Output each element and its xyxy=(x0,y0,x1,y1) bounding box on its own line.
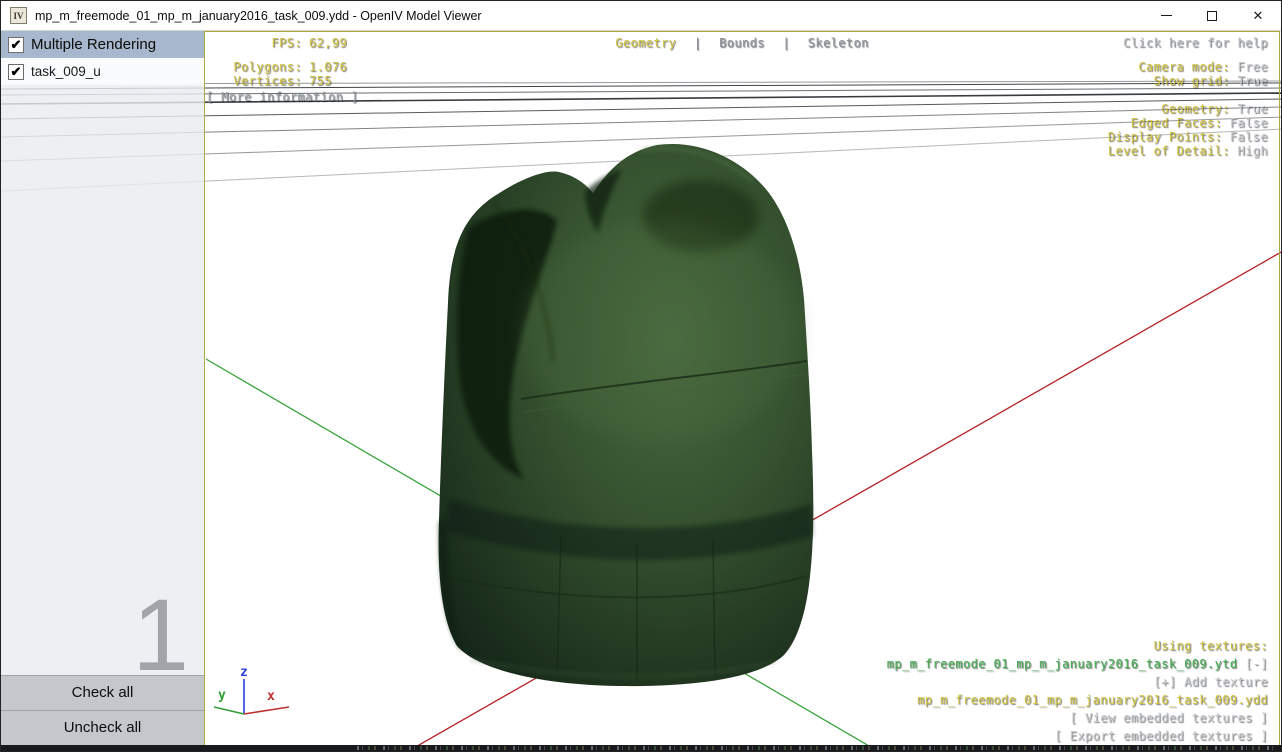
remove-texture-button[interactable]: [-] xyxy=(1245,657,1268,671)
titlebar: IV mp_m_freemode_01_mp_m_january2016_tas… xyxy=(1,1,1281,31)
viewer-settings: Click here for help Camera mode: Free Sh… xyxy=(1108,36,1268,158)
model-count-watermark: 1 xyxy=(132,578,189,692)
gizmo-y-axis xyxy=(213,706,245,715)
maximize-button[interactable] xyxy=(1189,1,1235,30)
mode-separator: | xyxy=(693,36,702,50)
multiple-rendering-label: Multiple Rendering xyxy=(31,36,157,53)
view-embedded-textures-button[interactable]: [ View embedded textures ] xyxy=(887,709,1268,727)
polygons-row: Polygons: 1.076 xyxy=(233,60,348,74)
camera-mode-row[interactable]: Camera mode: Free xyxy=(1108,60,1268,74)
window-title: mp_m_freemode_01_mp_m_january2016_task_0… xyxy=(35,8,482,23)
openiv-app-icon: IV xyxy=(10,7,27,24)
close-icon: ✕ xyxy=(1252,8,1264,23)
edged-faces-row[interactable]: Edged Faces: False xyxy=(1108,116,1268,130)
minimize-icon xyxy=(1160,15,1172,16)
ydd-file-name: mp_m_freemode_01_mp_m_january2016_task_0… xyxy=(917,693,1268,707)
gizmo-x-axis xyxy=(243,706,290,715)
maximize-icon xyxy=(1207,10,1217,21)
using-textures-header: Using textures: xyxy=(1153,639,1268,653)
gizmo-x-label: x xyxy=(267,689,275,704)
vertices-row: Vertices: 755 xyxy=(233,74,332,88)
task-009-u-checkbox[interactable]: ✔ xyxy=(8,63,24,80)
viewport-stage: z y x FPS: 62,99 Polygons: 1.076 Vertices:… xyxy=(1,31,1281,751)
multiple-rendering-checkbox[interactable]: ✔ xyxy=(8,36,24,53)
close-button[interactable]: ✕ xyxy=(1235,1,1281,30)
show-grid-row[interactable]: Show grid: True xyxy=(1108,74,1268,88)
openiv-model-viewer-window: IV mp_m_freemode_01_mp_m_january2016_tas… xyxy=(0,0,1282,752)
add-texture-button[interactable]: [+] Add texture xyxy=(887,673,1268,691)
geometry-toggle-row[interactable]: Geometry: True xyxy=(1108,102,1268,116)
multiple-rendering-row[interactable]: ✔ Multiple Rendering xyxy=(1,31,204,58)
textures-panel: Using textures: mp_m_freemode_01_mp_m_ja… xyxy=(887,637,1268,745)
gizmo-y-label: y xyxy=(218,688,226,703)
tab-geometry[interactable]: Geometry xyxy=(615,36,676,50)
window-controls: ✕ xyxy=(1143,1,1281,30)
clipped-bottom-text-row xyxy=(1,745,1281,751)
task-009-u-label: task_009_u xyxy=(31,64,101,79)
level-of-detail-row[interactable]: Level of Detail: High xyxy=(1108,144,1268,158)
gizmo-z-label: z xyxy=(240,665,248,680)
tab-bounds[interactable]: Bounds xyxy=(719,36,765,50)
minimize-button[interactable] xyxy=(1143,1,1189,30)
ytd-texture-row[interactable]: mp_m_freemode_01_mp_m_january2016_task_0… xyxy=(887,655,1268,673)
uncheck-all-button[interactable]: Uncheck all xyxy=(1,710,204,745)
export-embedded-textures-button[interactable]: [ Export embedded textures ] xyxy=(887,727,1268,745)
display-points-row[interactable]: Display Points: False xyxy=(1108,130,1268,144)
help-link[interactable]: Click here for help xyxy=(1108,36,1268,50)
vest-model[interactable] xyxy=(438,143,814,687)
check-all-button[interactable]: Check all xyxy=(1,675,204,710)
axis-gizmo: z y x xyxy=(213,665,290,715)
more-information-link[interactable]: [ More information ] xyxy=(206,90,359,104)
model-list-sidebar: ✔ Multiple Rendering ✔ task_009_u 1 Chec… xyxy=(1,31,204,745)
tab-skeleton[interactable]: Skeleton xyxy=(808,36,869,50)
sidebar-buttons: Check all Uncheck all xyxy=(1,675,204,745)
mode-separator: | xyxy=(782,36,791,50)
model-list-item[interactable]: ✔ task_009_u xyxy=(1,58,204,85)
